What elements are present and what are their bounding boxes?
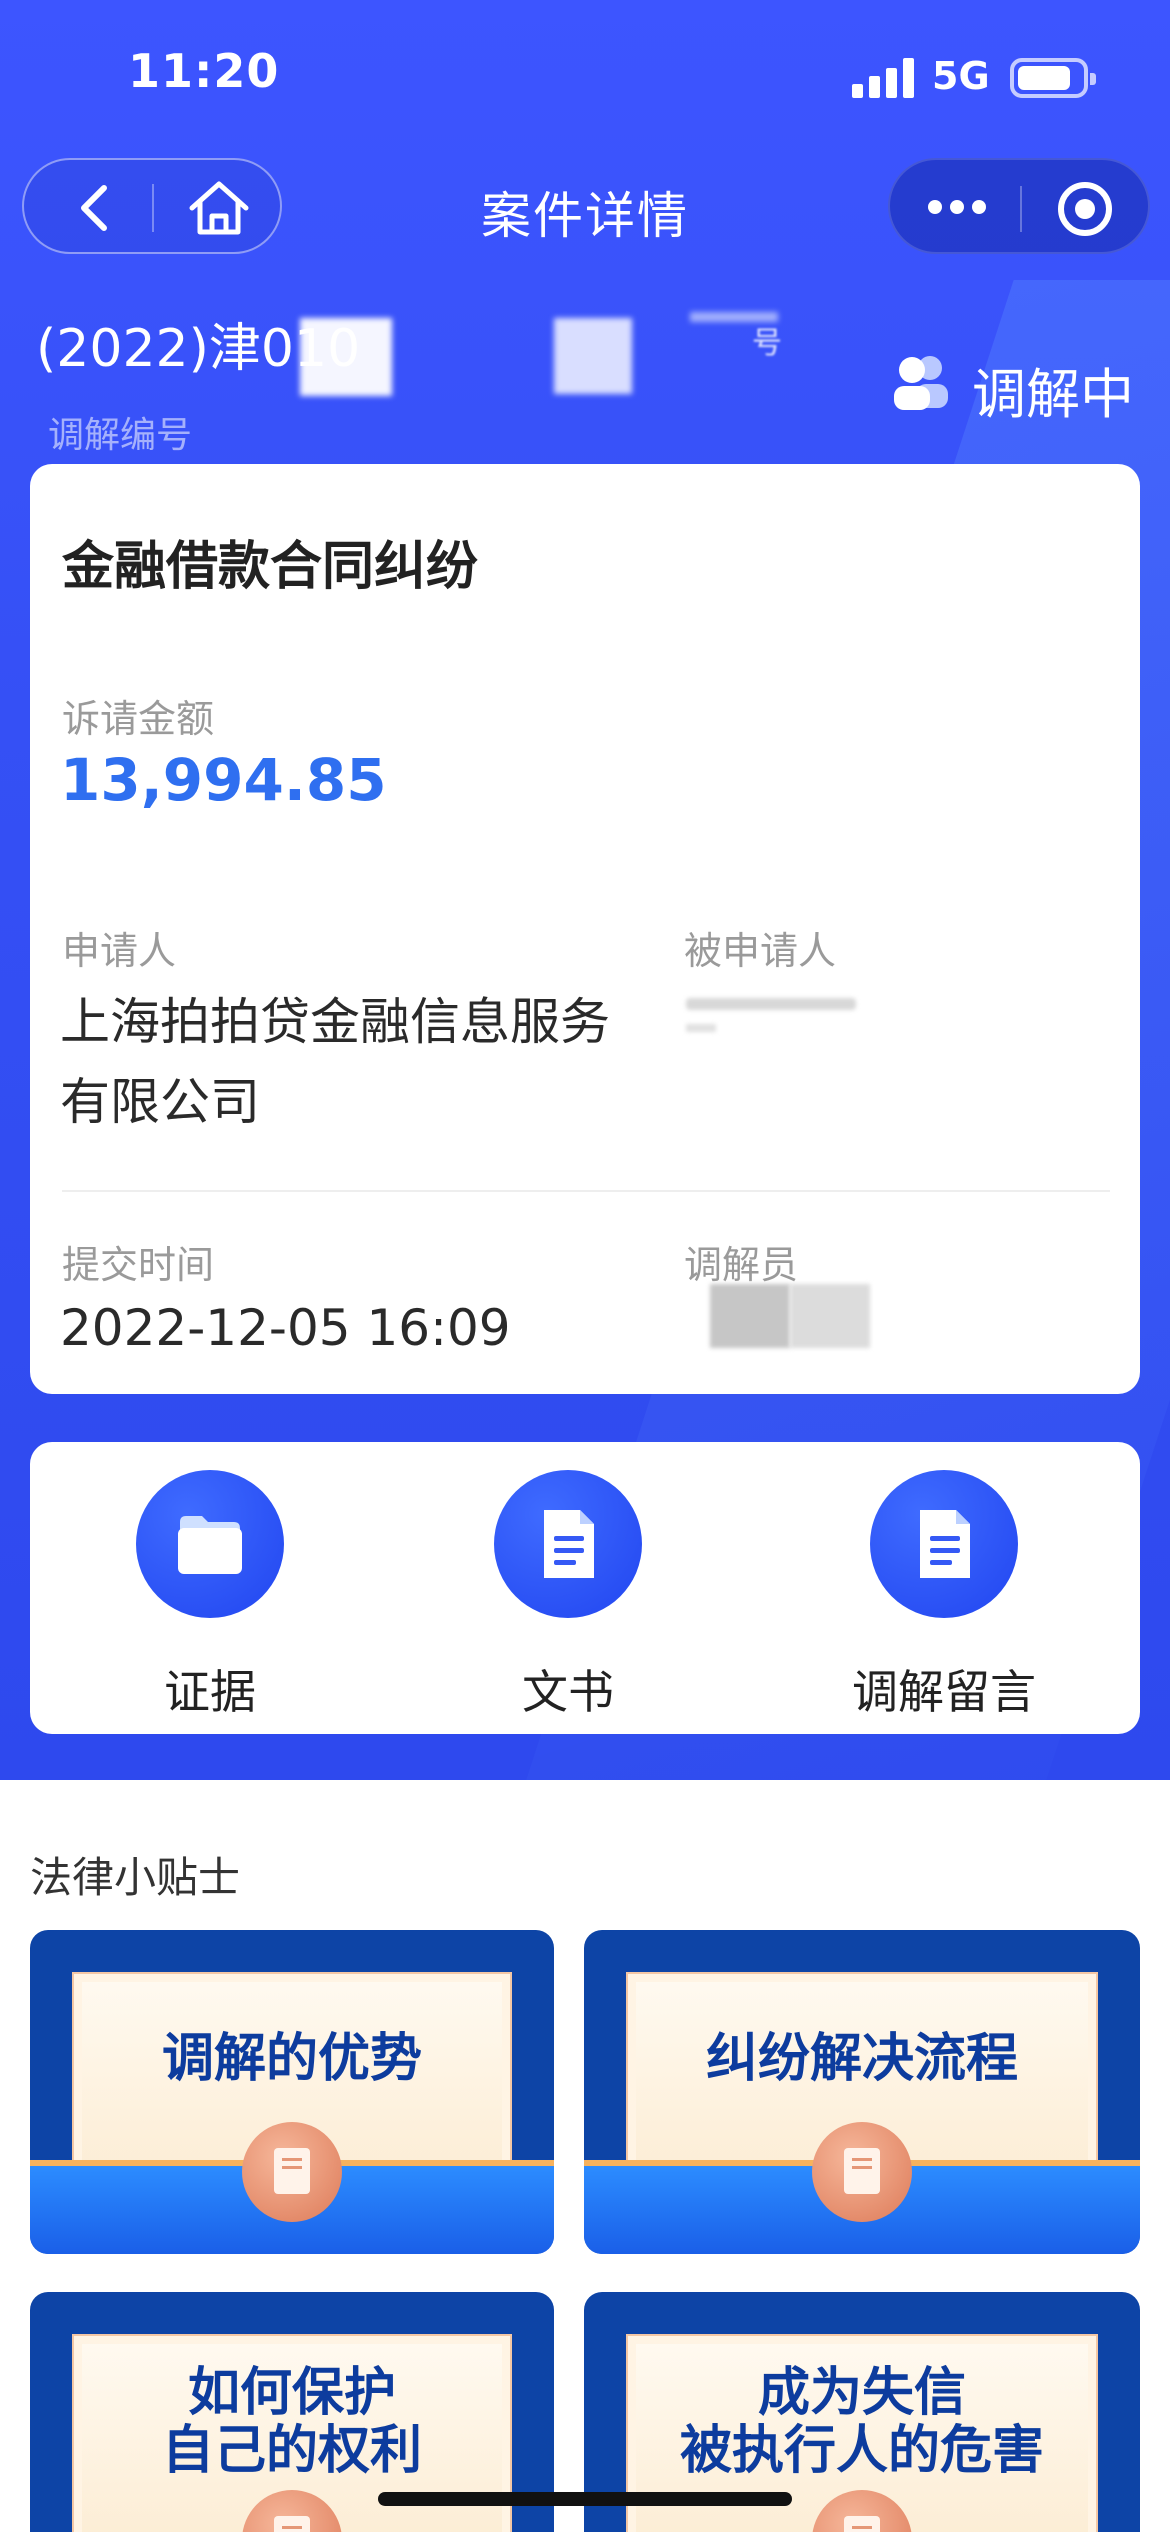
- status-badge: 调解中: [972, 363, 1134, 426]
- submit-time-label: 提交时间: [62, 1243, 215, 1287]
- redacted-case-number: [300, 318, 392, 396]
- network-type: 5G: [932, 54, 990, 98]
- respondent-name-redacted: [686, 998, 856, 1010]
- mediator-users-icon: [894, 356, 948, 410]
- tip-title-line1: 如何保护: [187, 2363, 396, 2423]
- folder-icon: [178, 1516, 242, 1574]
- applicant-label: 申请人: [62, 929, 177, 973]
- signal-icon: [852, 58, 916, 98]
- submit-time: 2022-12-05 16:09: [60, 1299, 511, 1357]
- close-miniprogram-icon[interactable]: [1058, 182, 1112, 236]
- case-info-card: 金融借款合同纠纷 诉请金额 13,994.85 申请人 上海拍拍贷金融信息服务有…: [30, 464, 1140, 1394]
- more-icon[interactable]: [928, 196, 988, 220]
- amount-label: 诉请金额: [62, 697, 215, 741]
- applicant-name: 上海拍拍贷金融信息服务有限公司: [60, 993, 610, 1131]
- tip-title-line1: 成为失信: [757, 2363, 966, 2423]
- home-icon[interactable]: [184, 178, 254, 238]
- battery-icon: [1010, 58, 1096, 98]
- tip-title: 纠纷解决流程: [705, 2029, 1018, 2089]
- claim-amount: 13,994.85: [60, 746, 387, 814]
- redacted-case-number: [554, 318, 632, 394]
- page-title: 案件详情: [481, 187, 689, 245]
- documents-label: 文书: [522, 1665, 614, 1719]
- book-icon: [812, 2122, 912, 2222]
- nav-capsule-left: [22, 158, 282, 254]
- tips-section-title: 法律小贴士: [30, 1853, 241, 1902]
- action-card: 证据 文书 调解留言: [30, 1442, 1140, 1734]
- case-number-label: 调解编号: [48, 415, 193, 456]
- respondent-name-redacted: [686, 1024, 716, 1032]
- case-type: 金融借款合同纠纷: [62, 537, 479, 597]
- mediation-message-label: 调解留言: [852, 1665, 1036, 1719]
- document-icon: [544, 1510, 594, 1578]
- mediation-message-button[interactable]: 调解留言: [834, 1470, 1054, 1720]
- status-time: 11:20: [128, 44, 280, 98]
- mediator-name-redacted: [790, 1284, 870, 1348]
- message-document-icon: [920, 1510, 970, 1578]
- nav-capsule-right: [888, 158, 1150, 254]
- tip-title: 调解的优势: [161, 2029, 422, 2089]
- evidence-button[interactable]: 证据: [100, 1470, 320, 1720]
- documents-button[interactable]: 文书: [458, 1470, 678, 1720]
- nav-bar: 案件详情: [0, 156, 1170, 256]
- divider: [62, 1190, 1110, 1192]
- book-icon: [242, 2122, 342, 2222]
- tip-title-line2: 被执行人的危害: [679, 2421, 1044, 2481]
- mediator-name-redacted: [710, 1284, 790, 1348]
- evidence-label: 证据: [164, 1665, 256, 1719]
- case-number-suffix: 号: [752, 326, 782, 361]
- tip-card-advantages[interactable]: 调解的优势: [30, 1930, 554, 2254]
- back-icon[interactable]: [68, 180, 124, 236]
- tip-card-process[interactable]: 纠纷解决流程: [584, 1930, 1140, 2254]
- mediator-label: 调解员: [684, 1243, 799, 1287]
- status-bar: 11:20 5G: [0, 0, 1170, 150]
- home-indicator[interactable]: [378, 2492, 792, 2506]
- respondent-label: 被申请人: [684, 929, 837, 973]
- tip-title-line2: 自己的权利: [161, 2421, 422, 2481]
